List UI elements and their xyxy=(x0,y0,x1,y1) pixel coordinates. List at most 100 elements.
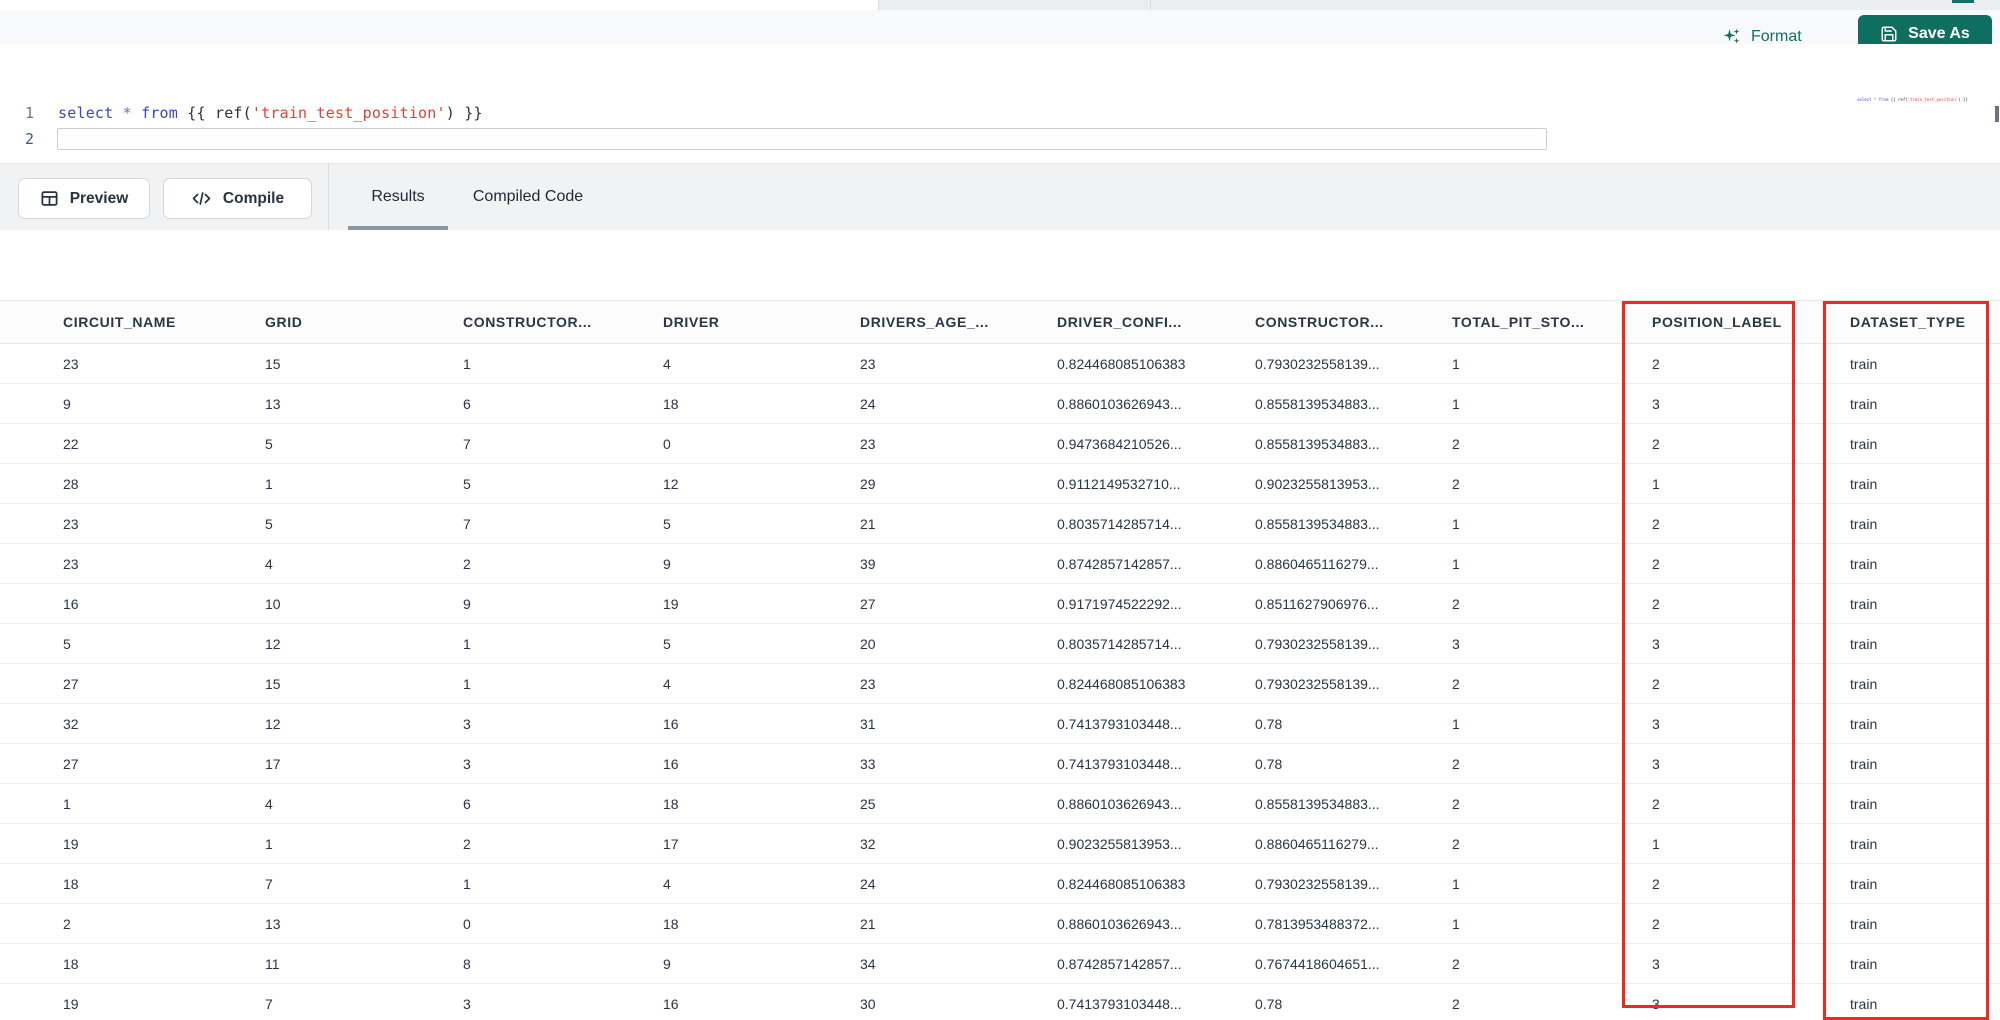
table-cell: 1 xyxy=(1452,715,1460,732)
table-cell: 0.7413793103448... xyxy=(1057,755,1182,772)
table-cell: 0.8035714285714... xyxy=(1057,515,1182,532)
table-cell: train xyxy=(1850,555,1878,572)
preview-label: Preview xyxy=(69,189,129,207)
table-cell: 1 xyxy=(1452,515,1460,532)
editor-header-bar: Format Save As xyxy=(0,10,2000,53)
code-line-1[interactable]: 1 select * from {{ ref('train_test_posit… xyxy=(0,102,483,124)
table-cell: 2 xyxy=(463,555,471,572)
table-cell: 16 xyxy=(663,715,679,732)
table-cell: 7 xyxy=(265,995,273,1012)
table-cell: 21 xyxy=(860,915,876,932)
table-row: 23 15 1 4 23 0.824468085106383 0.7930232558139… xyxy=(0,344,2000,384)
table-cell: 27 xyxy=(860,595,876,612)
table-cell: 19 xyxy=(63,995,79,1012)
table-cell: 0.7930232558139... xyxy=(1255,875,1380,892)
table-row: 2 13 0 18 21 0.8860103626943... 0.781395348837… xyxy=(0,904,2000,944)
table-cell: 0.78 xyxy=(1255,715,1283,732)
table-cell: 23 xyxy=(63,515,79,532)
table-cell: 5 xyxy=(463,475,471,492)
table-cell: 5 xyxy=(663,515,671,532)
table-cell: 0.8558139534883... xyxy=(1255,515,1380,532)
tab-compiled-code[interactable]: Compiled Code xyxy=(455,163,601,230)
table-cell: 32 xyxy=(63,715,79,732)
table-cell: 1 xyxy=(463,635,471,652)
table-cell: 2 xyxy=(1652,515,1660,532)
table-cell: 3 xyxy=(1652,755,1660,772)
table-cell: train xyxy=(1850,915,1878,932)
code-line-2[interactable]: 2 xyxy=(0,128,34,150)
table-cell: 1 xyxy=(463,355,471,372)
table-cell: 2 xyxy=(1652,555,1660,572)
table-cell: 16 xyxy=(663,755,679,772)
table-cell: 0.8558139534883... xyxy=(1255,435,1380,452)
table-cell: 4 xyxy=(663,875,671,892)
table-cell: 0.7930232558139... xyxy=(1255,355,1380,372)
column-header-drivers-age: DRIVERS_AGE_... xyxy=(860,314,989,330)
table-cell: 0.8558139534883... xyxy=(1255,795,1380,812)
table-cell: 30 xyxy=(860,995,876,1012)
table-cell: 22 xyxy=(63,435,79,452)
table-cell: 1 xyxy=(1452,875,1460,892)
table-cell: 2 xyxy=(463,835,471,852)
table-cell: 3 xyxy=(463,715,471,732)
table-cell: 3 xyxy=(1652,955,1660,972)
table-cell: train xyxy=(1850,595,1878,612)
table-row: 23 4 2 9 39 0.8742857142857... 0.8860465116279… xyxy=(0,544,2000,584)
table-cell: train xyxy=(1850,355,1878,372)
table-row: 16 10 9 19 27 0.9171974522292... 0.85116279069… xyxy=(0,584,2000,624)
table-cell: 7 xyxy=(463,515,471,532)
column-header-constructor: CONSTRUCTOR... xyxy=(463,314,592,330)
table-cell: 21 xyxy=(860,515,876,532)
table-cell: 2 xyxy=(1452,955,1460,972)
table-cell: 0.8860103626943... xyxy=(1057,915,1182,932)
table-cell: 12 xyxy=(663,475,679,492)
table-cell: 19 xyxy=(663,595,679,612)
table-cell: 0.7813953488372... xyxy=(1255,915,1380,932)
table-grid-icon xyxy=(40,189,59,208)
table-cell: train xyxy=(1850,835,1878,852)
table-cell: 13 xyxy=(265,395,281,412)
editor-active-line[interactable] xyxy=(57,128,1547,150)
table-cell: 31 xyxy=(860,715,876,732)
table-cell: 2 xyxy=(1652,355,1660,372)
sql-code-editor[interactable]: 1 select * from {{ ref('train_test_posit… xyxy=(0,44,2000,163)
table-cell: 2 xyxy=(1452,475,1460,492)
compile-button[interactable]: Compile xyxy=(163,178,312,219)
table-cell: 18 xyxy=(663,795,679,812)
table-row: 18 7 1 4 24 0.824468085106383 0.7930232558139.… xyxy=(0,864,2000,904)
table-row: 27 17 3 16 33 0.7413793103448... 0.78 2 3 train xyxy=(0,744,2000,784)
table-cell: 15 xyxy=(265,355,281,372)
table-cell: 0.8035714285714... xyxy=(1057,635,1182,652)
table-cell: 9 xyxy=(663,955,671,972)
table-cell: 0.7930232558139... xyxy=(1255,675,1380,692)
table-cell: train xyxy=(1850,795,1878,812)
table-cell: train xyxy=(1850,515,1878,532)
table-cell: 0.824468085106383 xyxy=(1057,355,1186,372)
table-cell: 13 xyxy=(265,915,281,932)
table-cell: 1 xyxy=(1452,395,1460,412)
column-header-position-label: POSITION_LABEL xyxy=(1652,314,1782,330)
table-row: 22 5 7 0 23 0.9473684210526... 0.8558139534883… xyxy=(0,424,2000,464)
table-cell: 2 xyxy=(1652,915,1660,932)
table-cell: 1 xyxy=(1652,475,1660,492)
table-cell: 5 xyxy=(663,635,671,652)
table-cell: 16 xyxy=(663,995,679,1012)
column-header-dataset-type: DATASET_TYPE xyxy=(1850,314,1966,330)
results-info-bar: Results limited to 500 rows. ? Download … xyxy=(0,230,2000,504)
table-cell: 27 xyxy=(63,675,79,692)
table-cell: 8 xyxy=(463,955,471,972)
table-cell: 0.824468085106383 xyxy=(1057,675,1186,692)
table-cell: 23 xyxy=(860,355,876,372)
table-cell: 2 xyxy=(1452,995,1460,1012)
editor-scrollbar-thumb[interactable] xyxy=(1995,106,1999,122)
table-cell: 0.824468085106383 xyxy=(1057,875,1186,892)
table-cell: 1 xyxy=(1652,835,1660,852)
tab-results[interactable]: Results xyxy=(348,163,448,230)
table-cell: 9 xyxy=(463,595,471,612)
table-cell: 6 xyxy=(463,395,471,412)
preview-button[interactable]: Preview xyxy=(18,178,150,219)
table-cell: 23 xyxy=(63,355,79,372)
table-cell: 4 xyxy=(265,555,273,572)
table-cell: 2 xyxy=(1452,835,1460,852)
table-cell: 0.7674418604651... xyxy=(1255,955,1380,972)
